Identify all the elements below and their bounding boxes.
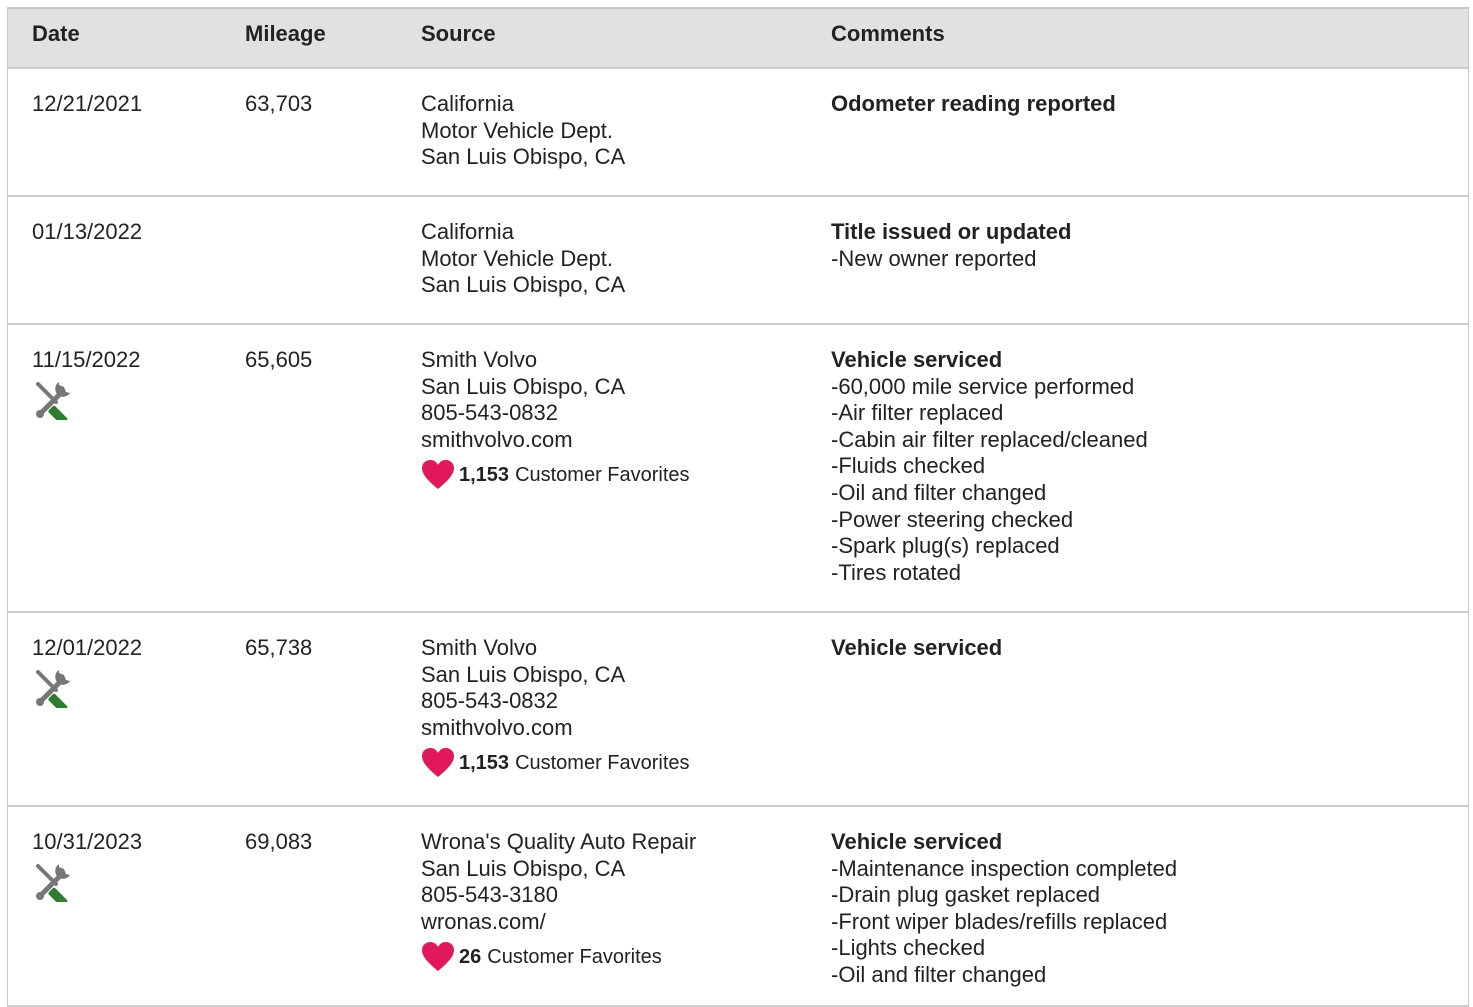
source-line: San Luis Obispo, CA xyxy=(421,272,626,298)
comment-item: Fluids checked xyxy=(831,453,1148,480)
table-header: Date Mileage Source Comments xyxy=(8,9,1468,69)
date-value: 11/15/2022 xyxy=(32,347,141,372)
comments-cell: Vehicle serviced xyxy=(831,635,1002,662)
comment-item: Cabin air filter replaced/cleaned xyxy=(831,427,1147,454)
customer-favorites[interactable]: 1,153 Customer Favorites xyxy=(421,459,690,491)
favorites-label: Customer Favorites xyxy=(515,752,690,775)
date-cell: 11/15/2022 xyxy=(32,347,141,425)
customer-favorites[interactable]: 26 Customer Favorites xyxy=(421,941,696,973)
comment-item: Spark plug(s) replaced xyxy=(831,533,1148,560)
comment-item: Drain plug gasket replaced xyxy=(831,882,1177,909)
source-line: California xyxy=(421,91,514,116)
favorites-count: 1,153 xyxy=(459,752,510,775)
comments-cell: Vehicle serviced60,000 mile service perf… xyxy=(831,347,1148,586)
source-line: San Luis Obispo, CA xyxy=(421,855,626,881)
table-row: 11/15/2022 65,605 Smith Volvo San Luis Obi… xyxy=(8,325,1468,613)
favorites-count: 26 xyxy=(459,946,482,969)
comment-item: Power steering checked xyxy=(831,507,1148,534)
mileage-value: 69,083 xyxy=(245,829,313,854)
heart-icon xyxy=(421,747,455,779)
source-cell: California Motor Vehicle Dept. San Luis Ob… xyxy=(421,91,625,171)
favorites-label: Customer Favorites xyxy=(487,946,662,969)
source-line: San Luis Obispo, CA xyxy=(421,661,626,687)
table-row: 12/01/2022 65,738 Smith Volvo San Luis Obi… xyxy=(8,613,1468,807)
source-line: 805-543-0832 xyxy=(421,688,559,714)
source-line: Motor Vehicle Dept. xyxy=(421,117,613,143)
heart-icon xyxy=(421,941,455,973)
date-cell: 01/13/2022 xyxy=(32,219,142,246)
comments-cell: Vehicle servicedMaintenance inspection c… xyxy=(831,829,1177,989)
comment-item: 60,000 mile service performed xyxy=(831,374,1148,401)
source-website-link[interactable]: wronas.com/ xyxy=(421,909,696,936)
date-value: 12/21/2021 xyxy=(32,91,143,116)
source-line: 805-543-3180 xyxy=(421,882,559,908)
heart-icon xyxy=(421,459,455,491)
comment-title: Vehicle serviced xyxy=(831,635,1003,660)
comments-cell: Title issued or updatedNew owner reporte… xyxy=(831,219,1071,272)
service-tools-icon xyxy=(32,378,74,425)
source-cell: Smith Volvo San Luis Obispo, CA 805-543-08… xyxy=(421,347,690,491)
service-tools-icon xyxy=(32,860,74,907)
header-source: Source xyxy=(421,21,496,46)
source-line: Wrona's Quality Auto Repair xyxy=(421,829,697,854)
source-line: 805-543-0832 xyxy=(421,400,559,426)
comment-item: Tires rotated xyxy=(831,560,1148,587)
table-row: 01/13/2022 California Motor Vehicle Dept. S… xyxy=(8,197,1468,325)
mileage-value: 65,738 xyxy=(245,635,313,660)
header-date: Date xyxy=(32,21,80,46)
customer-favorites[interactable]: 1,153 Customer Favorites xyxy=(421,747,690,779)
source-line: Smith Volvo xyxy=(421,635,538,660)
comment-title: Vehicle serviced xyxy=(831,829,1003,854)
date-cell: 12/21/2021 xyxy=(32,91,142,118)
comment-item: Front wiper blades/refills replaced xyxy=(831,909,1177,936)
header-mileage: Mileage xyxy=(245,21,326,46)
service-tools-icon xyxy=(32,666,74,713)
date-value: 12/01/2022 xyxy=(32,635,143,660)
comment-item: Lights checked xyxy=(831,935,1177,962)
comment-item: Maintenance inspection completed xyxy=(831,856,1177,883)
favorites-count: 1,153 xyxy=(459,464,510,487)
comment-item: Air filter replaced xyxy=(831,400,1148,427)
source-line: California xyxy=(421,219,514,244)
source-line: Motor Vehicle Dept. xyxy=(421,245,613,271)
source-website-link[interactable]: smithvolvo.com xyxy=(421,715,690,742)
table-row: 12/21/2021 63,703 California Motor Vehicle … xyxy=(8,69,1468,197)
source-line: San Luis Obispo, CA xyxy=(421,373,626,399)
comment-item: New owner reported xyxy=(831,246,1071,273)
table-row: 10/31/2023 69,083 Wrona's Quality Auto Re… xyxy=(8,807,1468,1007)
comment-item: Oil and filter changed xyxy=(831,962,1177,989)
source-cell: Wrona's Quality Auto Repair San Luis Obis… xyxy=(421,829,696,973)
date-cell: 10/31/2023 xyxy=(32,829,143,907)
source-website-link[interactable]: smithvolvo.com xyxy=(421,427,690,454)
date-value: 01/13/2022 xyxy=(32,219,143,244)
mileage-value: 63,703 xyxy=(245,91,313,116)
comment-item: Oil and filter changed xyxy=(831,480,1148,507)
favorites-label: Customer Favorites xyxy=(515,464,690,487)
header-comments: Comments xyxy=(831,21,945,46)
date-value: 10/31/2023 xyxy=(32,829,143,854)
history-table: Date Mileage Source Comments 12/21/2021 6… xyxy=(7,7,1469,1007)
comment-title: Odometer reading reported xyxy=(831,91,1116,116)
mileage-value: 65,605 xyxy=(245,347,313,372)
source-line: Smith Volvo xyxy=(421,347,538,372)
comment-title: Title issued or updated xyxy=(831,219,1072,244)
comment-title: Vehicle serviced xyxy=(831,347,1003,372)
source-line: San Luis Obispo, CA xyxy=(421,144,626,170)
source-cell: California Motor Vehicle Dept. San Luis Ob… xyxy=(421,219,625,299)
date-cell: 12/01/2022 xyxy=(32,635,143,713)
comments-cell: Odometer reading reported xyxy=(831,91,1116,118)
source-cell: Smith Volvo San Luis Obispo, CA 805-543-08… xyxy=(421,635,690,779)
